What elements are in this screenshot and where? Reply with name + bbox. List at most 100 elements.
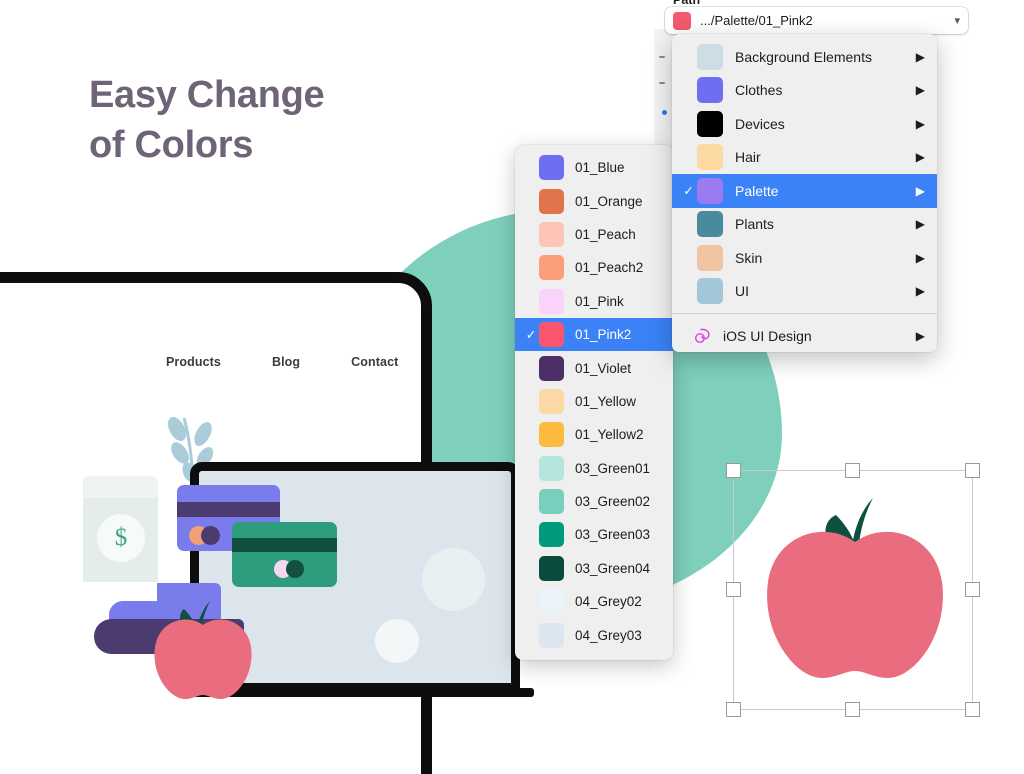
palette-item-01_orange[interactable]: 01_Orange <box>515 184 673 217</box>
color-swatch <box>539 455 564 481</box>
palette-item-label: 01_Pink2 <box>575 327 632 343</box>
path-value-text: .../Palette/01_Pink2 <box>700 13 813 28</box>
palette-item-label: 04_Grey03 <box>575 627 642 643</box>
color-swatch <box>539 255 564 281</box>
category-item-ui[interactable]: UI ▶ <box>672 275 937 309</box>
color-swatch <box>697 278 723 305</box>
palette-item-04_grey02[interactable]: 04_Grey02 <box>515 585 673 618</box>
palette-item-01_peach2[interactable]: 01_Peach2 <box>515 251 673 284</box>
palette-item-label: 01_Pink <box>575 293 624 309</box>
credit-card-green <box>232 522 337 587</box>
palette-item-01_pink[interactable]: 01_Pink <box>515 285 673 318</box>
nav-item-contact[interactable]: Contact <box>351 355 398 369</box>
resize-handle-top-right[interactable] <box>965 463 980 478</box>
panel-line <box>659 56 665 58</box>
category-item-palette[interactable]: ✓ Palette ▶ <box>672 174 937 208</box>
submenu-arrow-icon[interactable]: ▶ <box>916 329 925 343</box>
palette-item-03_green03[interactable]: 03_Green03 <box>515 518 673 551</box>
submenu-arrow-icon[interactable]: ▶ <box>916 217 925 231</box>
nav-item-products[interactable]: Products <box>166 355 221 369</box>
color-swatch <box>539 622 564 648</box>
screenshot-root: Easy Change of Colors Products Blog Cont… <box>0 0 1024 774</box>
checkmark-icon: ✓ <box>683 184 694 199</box>
palette-item-label: 01_Yellow2 <box>575 427 644 443</box>
submenu-arrow-icon[interactable]: ▶ <box>916 117 925 131</box>
submenu-arrow-icon[interactable]: ▶ <box>916 50 925 64</box>
palette-item-label: 01_Yellow <box>575 393 637 409</box>
palette-item-label: 03_Green02 <box>575 494 651 510</box>
category-item-label: UI <box>735 283 749 300</box>
dollar-icon: $ <box>97 514 145 562</box>
palette-item-01_peach[interactable]: 01_Peach <box>515 218 673 251</box>
canvas-selected-object[interactable] <box>726 463 980 717</box>
category-item-ios-ui-design[interactable]: iOS UI Design ▶ <box>672 319 937 352</box>
submenu-arrow-icon[interactable]: ▶ <box>916 251 925 265</box>
category-item-background-elements[interactable]: Background Elements ▶ <box>672 40 937 74</box>
category-dropdown-menu[interactable]: Background Elements ▶ Clothes ▶ Devices ▶ Hair… <box>672 34 937 352</box>
nav-item-blog[interactable]: Blog <box>272 355 300 369</box>
palette-item-03_green02[interactable]: 03_Green02 <box>515 485 673 518</box>
category-item-label: Hair <box>735 149 761 166</box>
color-swatch <box>539 522 564 548</box>
apple-illustration-small <box>154 601 252 699</box>
palette-item-03_green04[interactable]: 03_Green04 <box>515 552 673 585</box>
palette-item-01_yellow2[interactable]: 01_Yellow2 <box>515 418 673 451</box>
panel-indicator-dot <box>662 110 667 115</box>
palette-item-01_yellow[interactable]: 01_Yellow <box>515 385 673 418</box>
palette-item-label: 01_Blue <box>575 160 625 176</box>
palette-item-01_violet[interactable]: 01_Violet <box>515 351 673 384</box>
resize-handle-top-center[interactable] <box>845 463 860 478</box>
menu-separator <box>672 313 937 314</box>
chevron-down-icon[interactable]: ▾ <box>954 14 960 27</box>
color-swatch <box>539 355 564 381</box>
resize-handle-top-left[interactable] <box>726 463 741 478</box>
palette-dropdown-menu[interactable]: 01_Blue 01_Orange 01_Peach 01_Peach2 01_Pink… <box>515 145 673 660</box>
color-swatch <box>539 155 564 181</box>
palette-item-label: 01_Violet <box>575 360 632 376</box>
resize-handle-middle-right[interactable] <box>965 582 980 597</box>
submenu-arrow-icon[interactable]: ▶ <box>916 83 925 97</box>
color-swatch <box>539 555 564 581</box>
category-item-label: Background Elements <box>735 48 872 65</box>
laptop-screen-circle-small <box>375 619 419 663</box>
palette-item-04_grey03[interactable]: 04_Grey03 <box>515 618 673 651</box>
page-title: Easy Change of Colors <box>89 70 325 170</box>
category-item-label: iOS UI Design <box>723 327 812 344</box>
palette-item-label: 03_Green03 <box>575 527 651 543</box>
color-swatch <box>539 221 564 247</box>
receipt-header-band <box>83 476 158 498</box>
card-magnetic-stripe <box>232 538 337 552</box>
palette-item-01_blue[interactable]: 01_Blue <box>515 151 673 184</box>
palette-item-01_pink2[interactable]: ✓ 01_Pink2 <box>515 317 673 352</box>
category-item-hair[interactable]: Hair ▶ <box>672 141 937 175</box>
path-combobox[interactable]: .../Palette/01_Pink2 ▾ <box>665 7 968 34</box>
submenu-arrow-icon[interactable]: ▶ <box>916 284 925 298</box>
category-item-label: Palette <box>735 182 779 199</box>
category-item-skin[interactable]: Skin ▶ <box>672 241 937 275</box>
receipt-illustration: $ <box>83 476 158 582</box>
color-swatch <box>697 43 723 70</box>
resize-handle-middle-left[interactable] <box>726 582 741 597</box>
category-item-plants[interactable]: Plants ▶ <box>672 208 937 242</box>
resize-handle-bottom-center[interactable] <box>845 702 860 717</box>
palette-item-label: 01_Orange <box>575 193 643 209</box>
color-swatch <box>697 244 723 271</box>
category-item-devices[interactable]: Devices ▶ <box>672 107 937 141</box>
category-item-label: Clothes <box>735 82 783 99</box>
headline-line-2: of Colors <box>89 124 254 167</box>
color-swatch <box>539 322 564 348</box>
linked-shapes-icon <box>694 328 710 344</box>
color-swatch <box>539 422 564 448</box>
submenu-arrow-icon[interactable]: ▶ <box>916 184 925 198</box>
path-field-label: Path <box>673 0 701 7</box>
color-swatch <box>697 144 723 171</box>
color-swatch <box>697 177 723 204</box>
palette-item-03_green01[interactable]: 03_Green01 <box>515 452 673 485</box>
color-swatch <box>539 188 564 214</box>
resize-handle-bottom-right[interactable] <box>965 702 980 717</box>
card-magnetic-stripe <box>177 502 280 517</box>
category-item-clothes[interactable]: Clothes ▶ <box>672 74 937 108</box>
resize-handle-bottom-left[interactable] <box>726 702 741 717</box>
apple-shape[interactable] <box>733 470 973 710</box>
submenu-arrow-icon[interactable]: ▶ <box>916 150 925 164</box>
